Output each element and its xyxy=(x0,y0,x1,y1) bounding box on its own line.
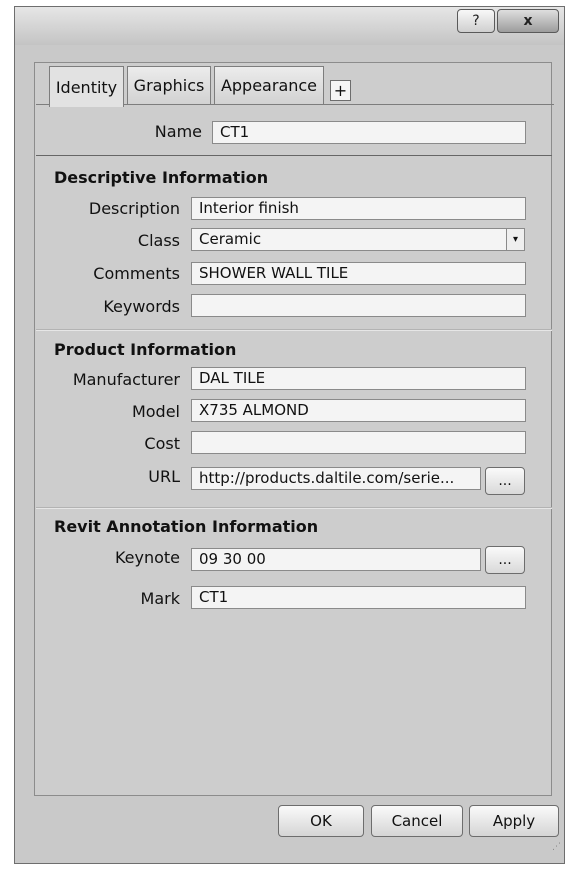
description-label: Description xyxy=(88,199,180,218)
url-browse-button[interactable]: ... xyxy=(485,467,525,495)
keynote-field[interactable]: 09 30 00 xyxy=(191,548,481,571)
cost-label: Cost xyxy=(144,434,180,453)
url-label: URL xyxy=(148,467,180,486)
revit-annotation-header: Revit Annotation Information xyxy=(54,517,319,536)
cancel-button[interactable]: Cancel xyxy=(371,805,463,837)
resize-grip-icon[interactable]: ⋰ xyxy=(552,842,562,852)
class-label: Class xyxy=(137,231,180,250)
name-field[interactable]: CT1 xyxy=(212,121,526,144)
product-separator xyxy=(36,507,552,509)
keywords-field[interactable] xyxy=(191,294,526,317)
mark-field[interactable]: CT1 xyxy=(191,586,526,609)
help-icon[interactable]: ? xyxy=(457,9,495,33)
descriptive-info-header: Descriptive Information xyxy=(54,168,269,187)
tab-appearance[interactable]: Appearance xyxy=(214,66,324,104)
model-field[interactable]: X735 ALMOND xyxy=(191,399,526,422)
description-field[interactable]: Interior finish xyxy=(191,197,526,220)
keynote-browse-button[interactable]: ... xyxy=(485,546,525,574)
ok-button[interactable]: OK xyxy=(278,805,364,837)
chevron-down-icon[interactable]: ▾ xyxy=(506,228,525,251)
cost-field[interactable] xyxy=(191,431,526,454)
class-select[interactable]: Ceramic xyxy=(191,228,507,251)
keywords-label: Keywords xyxy=(103,297,180,316)
manufacturer-field[interactable]: DAL TILE xyxy=(191,367,526,390)
tab-graphics[interactable]: Graphics xyxy=(127,66,211,104)
mark-label: Mark xyxy=(140,589,180,608)
model-label: Model xyxy=(131,402,180,421)
add-tab-button[interactable]: + xyxy=(330,80,351,101)
url-field[interactable]: http://products.daltile.com/serie... xyxy=(191,467,481,490)
comments-label: Comments xyxy=(93,264,180,283)
comments-field[interactable]: SHOWER WALL TILE xyxy=(191,262,526,285)
apply-button[interactable]: Apply xyxy=(469,805,559,837)
keynote-label: Keynote xyxy=(114,548,180,567)
manufacturer-label: Manufacturer xyxy=(72,370,180,389)
close-icon[interactable]: x xyxy=(497,9,559,33)
name-separator xyxy=(36,155,552,156)
descriptive-separator xyxy=(36,329,552,331)
titlebar: ? x xyxy=(15,7,564,45)
product-info-header: Product Information xyxy=(54,340,237,359)
name-label: Name xyxy=(154,122,202,141)
tab-identity[interactable]: Identity xyxy=(49,66,124,107)
